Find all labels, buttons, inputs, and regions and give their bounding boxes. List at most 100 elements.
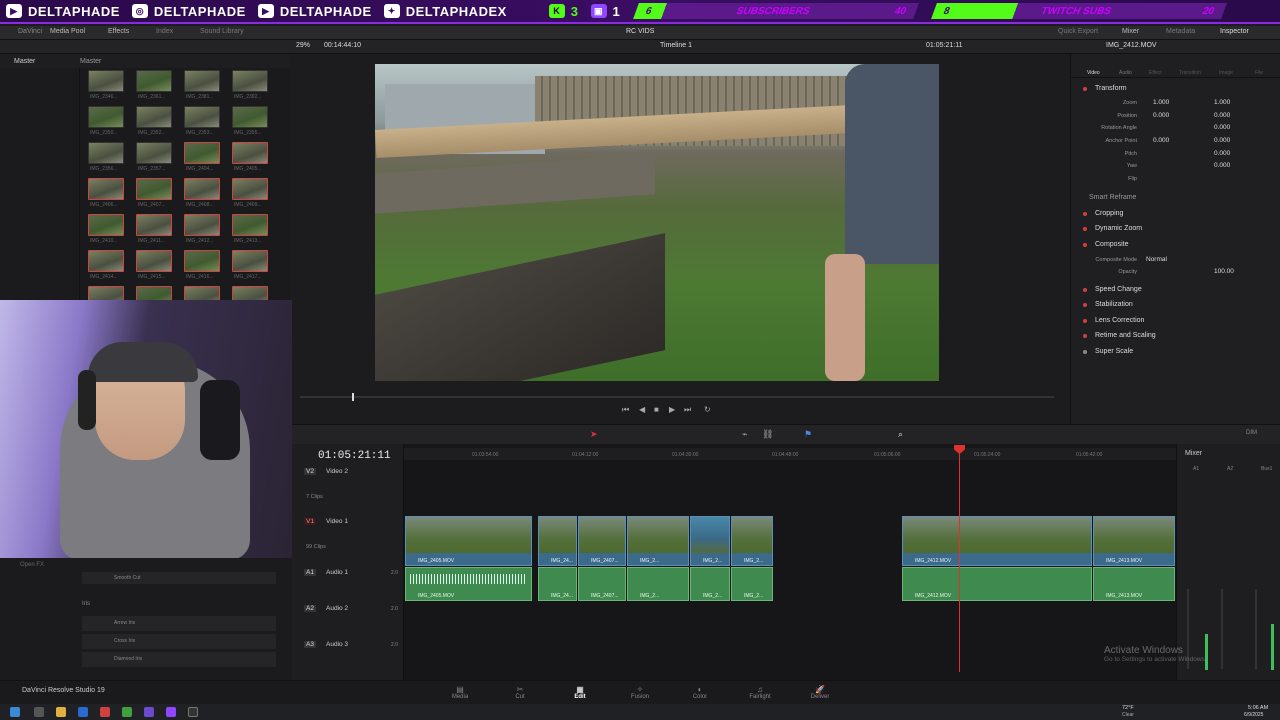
- media-thumbnail[interactable]: [88, 106, 124, 128]
- dynamic-zoom-dot[interactable]: [1083, 227, 1087, 231]
- tab-effect[interactable]: Effect: [1149, 70, 1162, 76]
- media-thumbnail[interactable]: [88, 214, 124, 236]
- video-clip[interactable]: IMG_2...: [627, 516, 689, 566]
- media-thumbnail[interactable]: [136, 178, 172, 200]
- skip-end-icon[interactable]: ⏭: [684, 405, 691, 415]
- smooth-cut-item[interactable]: Smooth Cut: [82, 572, 276, 584]
- weather-temp[interactable]: 72°F: [1122, 705, 1134, 711]
- position-x-value[interactable]: 0.000: [1153, 112, 1169, 119]
- cropping-section[interactable]: Cropping: [1095, 210, 1123, 217]
- viewer-zoom[interactable]: 29%: [296, 42, 310, 49]
- media-thumbnail[interactable]: [232, 106, 268, 128]
- chrome-icon[interactable]: [122, 707, 132, 717]
- media-pool-tab[interactable]: Media Pool: [50, 28, 85, 35]
- media-thumbnail[interactable]: [136, 214, 172, 236]
- audio-clip[interactable]: IMG_2...: [690, 567, 730, 601]
- selection-tool-icon[interactable]: ➤: [590, 429, 598, 440]
- track-v2-id[interactable]: V2: [304, 468, 316, 475]
- retime-dot[interactable]: [1083, 334, 1087, 338]
- loop-icon[interactable]: ↻: [704, 405, 711, 414]
- media-thumbnail[interactable]: [88, 178, 124, 200]
- lens-correction-section[interactable]: Lens Correction: [1095, 317, 1144, 324]
- mixer-tab[interactable]: Mixer: [1122, 28, 1139, 35]
- media-thumbnail[interactable]: [88, 142, 124, 164]
- media-thumbnail[interactable]: [136, 106, 172, 128]
- video-clip[interactable]: IMG_2...: [731, 516, 773, 566]
- audio-clip[interactable]: IMG_2413.MOV: [1093, 567, 1175, 601]
- scrubber-playhead[interactable]: [352, 393, 354, 401]
- open-fx-category[interactable]: Open FX: [20, 562, 44, 568]
- stabilization-section[interactable]: Stabilization: [1095, 301, 1133, 308]
- retime-scaling-section[interactable]: Retime and Scaling: [1095, 332, 1156, 339]
- tab-video[interactable]: Video: [1087, 70, 1100, 76]
- stop-icon[interactable]: ■: [654, 405, 659, 414]
- video-clip[interactable]: IMG_2412.MOV: [902, 516, 1092, 566]
- metadata-tab[interactable]: Metadata: [1166, 28, 1195, 35]
- fader-bus[interactable]: [1255, 589, 1257, 669]
- audio-clip[interactable]: IMG_2...: [731, 567, 773, 601]
- speed-change-dot[interactable]: [1083, 288, 1087, 292]
- media-thumbnail[interactable]: [184, 214, 220, 236]
- cross-iris-item[interactable]: Cross Iris: [82, 634, 276, 649]
- media-thumbnail[interactable]: [88, 70, 124, 92]
- dynamic-zoom-section[interactable]: Dynamic Zoom: [1095, 225, 1142, 232]
- video-clip[interactable]: IMG_2413.MOV: [1093, 516, 1175, 566]
- page-deliver[interactable]: 🚀 Deliver: [800, 685, 840, 700]
- page-fusion[interactable]: ✧ Fusion: [620, 685, 660, 700]
- media-thumbnail[interactable]: [184, 142, 220, 164]
- file-explorer-icon[interactable]: [56, 707, 66, 717]
- cropping-dot[interactable]: [1083, 212, 1087, 216]
- bin-master[interactable]: Master: [14, 58, 35, 65]
- tab-file[interactable]: File: [1255, 70, 1263, 76]
- composite-dot[interactable]: [1083, 243, 1087, 247]
- media-thumbnail[interactable]: [184, 250, 220, 272]
- rotation-value[interactable]: 0.000: [1214, 124, 1230, 131]
- link-icon[interactable]: ⛓: [762, 429, 773, 440]
- anchor-y-value[interactable]: 0.000: [1214, 137, 1230, 144]
- media-thumbnail[interactable]: [232, 142, 268, 164]
- quick-export-button[interactable]: Quick Export: [1058, 28, 1098, 35]
- video-clip[interactable]: IMG_2405.MOV: [405, 516, 532, 566]
- page-color[interactable]: ◐ Color: [680, 685, 720, 700]
- windows-start-icon[interactable]: [10, 707, 20, 717]
- audio-clip[interactable]: IMG_2405.MOV: [405, 567, 532, 601]
- lens-correction-dot[interactable]: [1083, 319, 1087, 323]
- media-thumbnail[interactable]: [232, 250, 268, 272]
- composite-section[interactable]: Composite: [1095, 241, 1128, 248]
- media-thumbnail[interactable]: [136, 70, 172, 92]
- dim-button[interactable]: DIM: [1246, 430, 1257, 436]
- media-thumbnail[interactable]: [232, 214, 268, 236]
- effects-tab[interactable]: Effects: [108, 28, 129, 35]
- diamond-iris-item[interactable]: Diamond Iris: [82, 652, 276, 667]
- super-scale-dot[interactable]: [1083, 350, 1087, 354]
- search-icon[interactable]: [34, 707, 44, 717]
- twitch-app-icon[interactable]: [166, 707, 176, 717]
- media-thumbnail[interactable]: [136, 142, 172, 164]
- viewer-scrubber[interactable]: [300, 393, 1054, 401]
- video-clip[interactable]: IMG_24...: [538, 516, 577, 566]
- super-scale-section[interactable]: Super Scale: [1095, 348, 1133, 355]
- media-thumbnail[interactable]: [88, 250, 124, 272]
- transform-section[interactable]: Transform: [1095, 85, 1127, 92]
- resolve-app-icon[interactable]: [188, 707, 198, 717]
- pitch-value[interactable]: 0.000: [1214, 150, 1230, 157]
- timeline-playhead[interactable]: [959, 446, 960, 672]
- arrow-iris-item[interactable]: Arrow Iris: [82, 616, 276, 631]
- stabilization-dot[interactable]: [1083, 303, 1087, 307]
- opacity-value[interactable]: 100.00: [1214, 268, 1234, 275]
- tab-transition[interactable]: Transition: [1179, 70, 1201, 76]
- obs-icon[interactable]: [144, 707, 154, 717]
- iris-category[interactable]: Iris: [82, 601, 90, 607]
- page-cut[interactable]: ✂ Cut: [500, 685, 540, 700]
- media-thumbnail[interactable]: [184, 178, 220, 200]
- media-thumbnail[interactable]: [184, 70, 220, 92]
- timeline-ruler[interactable]: 01:03:54:00 01:04:12:00 01:04:30:00 01:0…: [404, 448, 1176, 460]
- index-tab[interactable]: Index: [156, 28, 173, 35]
- zoom-y-value[interactable]: 1.000: [1214, 99, 1230, 106]
- viewer-frame[interactable]: [375, 64, 939, 381]
- zoom-timeline-icon[interactable]: ⌕: [898, 429, 903, 440]
- flag-icon[interactable]: ⚑: [804, 429, 812, 440]
- track-a3-id[interactable]: A3: [304, 641, 316, 648]
- track-a2-id[interactable]: A2: [304, 605, 316, 612]
- yaw-value[interactable]: 0.000: [1214, 162, 1230, 169]
